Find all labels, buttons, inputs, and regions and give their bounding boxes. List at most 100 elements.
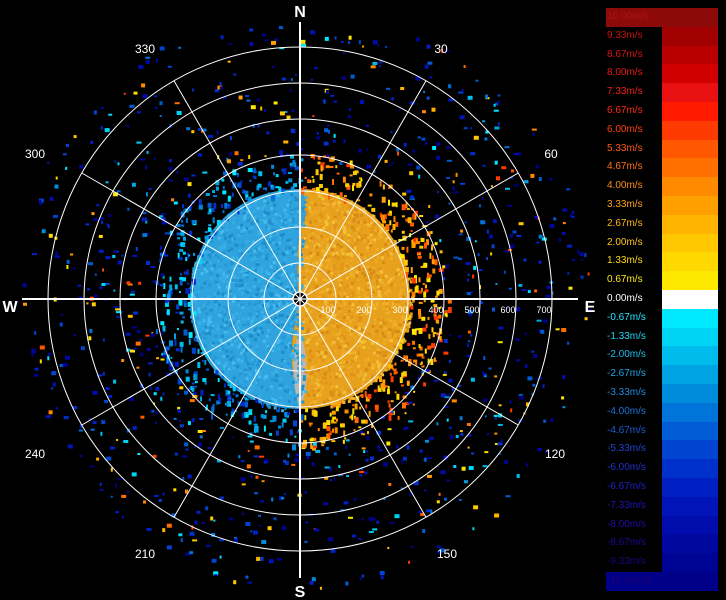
echo-pixel	[375, 303, 379, 307]
echo-pixel	[280, 320, 284, 324]
echo-pixel	[231, 221, 235, 225]
echo-pixel	[295, 287, 299, 291]
echo-pixel	[436, 142, 441, 146]
echo-pixel	[62, 362, 68, 367]
echo-pixel	[108, 395, 113, 398]
echo-pixel	[243, 283, 247, 287]
echo-pixel	[384, 368, 388, 372]
echo-pixel	[187, 193, 191, 198]
echo-pixel	[326, 426, 331, 432]
echo-pixel	[312, 267, 316, 271]
echo-pixel	[270, 305, 274, 309]
echo-pixel	[306, 260, 310, 264]
echo-pixel	[325, 165, 330, 169]
echo-pixel	[132, 254, 138, 257]
echo-pixel	[210, 267, 214, 271]
echo-pixel	[470, 152, 476, 156]
echo-pixel	[151, 409, 155, 413]
echo-pixel	[355, 232, 359, 235]
echo-pixel	[244, 359, 248, 363]
echo-pixel	[407, 342, 411, 346]
echo-pixel	[397, 299, 401, 303]
echo-pixel	[347, 239, 351, 243]
echo-pixel	[200, 396, 202, 402]
echo-pixel	[314, 277, 318, 281]
echo-pixel	[429, 76, 433, 79]
echo-pixel	[221, 226, 225, 230]
echo-pixel	[283, 359, 286, 363]
echo-pixel	[184, 177, 189, 182]
echo-pixel	[245, 95, 249, 97]
echo-pixel	[242, 268, 246, 272]
echo-pixel	[231, 255, 235, 259]
echo-pixel	[248, 230, 252, 234]
echo-pixel	[222, 210, 225, 214]
echo-pixel	[343, 316, 346, 319]
echo-pixel	[233, 237, 236, 241]
echo-pixel	[178, 257, 183, 261]
echo-pixel	[264, 108, 267, 112]
echo-pixel	[332, 428, 334, 433]
echo-pixel	[32, 253, 37, 256]
echo-pixel	[334, 333, 338, 337]
echo-pixel	[293, 162, 297, 168]
legend-entry: 2.67m/s	[606, 214, 718, 234]
echo-pixel	[436, 422, 439, 426]
bearing-label-210: 210	[135, 547, 155, 561]
echo-pixel	[255, 292, 259, 296]
echo-pixel	[420, 238, 425, 242]
echo-pixel	[312, 252, 316, 256]
echo-pixel	[155, 329, 158, 335]
echo-pixel	[317, 389, 321, 392]
echo-pixel	[538, 177, 542, 181]
echo-pixel	[478, 269, 483, 271]
echo-pixel	[187, 182, 192, 187]
echo-pixel	[325, 213, 329, 217]
echo-pixel	[133, 311, 138, 315]
echo-pixel	[336, 418, 338, 422]
echo-pixel	[184, 442, 189, 447]
echo-pixel	[239, 230, 243, 234]
echo-pixel	[259, 327, 263, 330]
echo-pixel	[566, 244, 572, 248]
echo-pixel	[391, 364, 394, 370]
echo-pixel	[432, 268, 436, 274]
echo-pixel	[198, 204, 203, 210]
echo-pixel	[387, 330, 391, 334]
echo-pixel	[90, 465, 95, 468]
echo-pixel	[521, 288, 527, 291]
echo-pixel	[47, 352, 51, 356]
legend-swatch	[662, 177, 718, 196]
echo-pixel	[392, 322, 396, 326]
echo-pixel	[240, 223, 244, 227]
echo-pixel	[270, 392, 274, 396]
legend-entry: -9.33m/s	[606, 553, 718, 572]
echo-pixel	[219, 81, 222, 86]
echo-pixel	[263, 199, 266, 203]
echo-pixel	[415, 37, 420, 42]
echo-pixel	[535, 164, 539, 169]
echo-pixel	[428, 205, 431, 208]
echo-pixel	[153, 392, 157, 396]
echo-pixel	[384, 291, 388, 295]
echo-pixel	[281, 273, 285, 277]
echo-pixel	[290, 372, 294, 376]
echo-pixel	[257, 183, 262, 188]
echo-pixel	[359, 345, 363, 349]
echo-pixel	[375, 329, 379, 333]
legend-swatch	[662, 327, 718, 347]
echo-pixel	[155, 386, 160, 391]
echo-pixel	[485, 94, 489, 99]
echo-pixel	[276, 341, 280, 344]
echo-pixel	[55, 176, 58, 180]
legend-swatch	[662, 346, 718, 366]
echo-pixel	[423, 291, 427, 298]
echo-pixel	[49, 196, 54, 201]
legend-label: -3.33m/s	[607, 387, 646, 398]
echo-pixel	[381, 223, 384, 227]
echo-pixel	[356, 261, 360, 265]
echo-pixel	[47, 356, 50, 361]
echo-pixel	[253, 249, 257, 253]
echo-pixel	[136, 366, 140, 369]
echo-pixel	[251, 226, 255, 230]
